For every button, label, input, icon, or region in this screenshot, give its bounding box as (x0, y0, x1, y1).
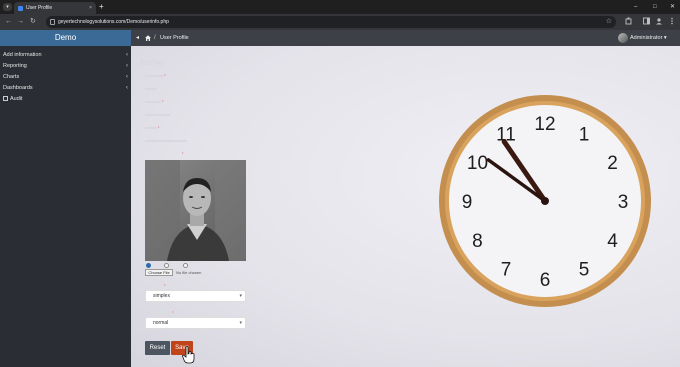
radio-option-3[interactable] (183, 263, 188, 268)
wall-clock: 12 1234567891011 (439, 95, 651, 307)
browser-menu-icon[interactable] (667, 17, 676, 27)
sidebar-toggle-icon[interactable]: ◂ (136, 30, 139, 46)
home-icon[interactable] (145, 35, 151, 41)
lock-icon (50, 19, 55, 25)
hand-cursor-icon (182, 346, 195, 364)
mode-select-value: normal (153, 320, 169, 326)
mode-select[interactable]: normal ▾ (145, 317, 246, 329)
sidebar-item-label: Audit (10, 96, 23, 102)
clock-numeral: 5 (579, 260, 590, 281)
radio-option-1[interactable] (146, 263, 151, 268)
required-marker: • (164, 72, 166, 77)
page-title: Profile (140, 58, 163, 67)
favicon-icon (18, 6, 23, 11)
chevron-down-icon: ▾ (239, 293, 242, 299)
choose-file-button[interactable]: Choose File (145, 269, 173, 276)
required-marker: • (164, 282, 166, 287)
top-navbar: ◂ / User Profile Administrator ▾ (131, 30, 680, 46)
field-label-email (145, 88, 157, 90)
sidebar-item-add-information[interactable]: Add information ‹ (0, 50, 131, 61)
breadcrumb-separator: / (154, 35, 156, 41)
chevron-left-icon: ‹ (126, 63, 128, 69)
clock-numeral: 8 (472, 231, 483, 252)
minimize-button[interactable]: – (634, 1, 637, 13)
clock-numeral: 3 (618, 192, 629, 213)
sidebar-item-charts[interactable]: Charts ‹ (0, 72, 131, 83)
extensions-icon[interactable] (624, 17, 633, 27)
brand-title[interactable]: Demo (0, 30, 131, 46)
field-label-last-name (145, 114, 170, 116)
reset-button[interactable]: Reset (145, 341, 170, 355)
sidebar-item-reporting[interactable]: Reporting ‹ (0, 61, 131, 72)
close-window-button[interactable]: ✕ (670, 1, 675, 13)
sidepanel-icon[interactable] (642, 17, 651, 27)
audit-icon (3, 96, 8, 101)
app: Demo Add information ‹ Reporting ‹ Chart… (0, 30, 680, 367)
avatar[interactable] (618, 33, 628, 43)
tab-close-icon[interactable]: × (89, 2, 92, 14)
radio-option-2[interactable] (164, 263, 169, 268)
browser-toolbar: ← → ↻ geyertechnologysolutions.com/Demo/… (0, 14, 680, 30)
required-marker: • (162, 98, 164, 103)
required-marker: • (172, 309, 174, 314)
clock-numeral: 1 (579, 124, 590, 145)
breadcrumb: User Profile (160, 35, 189, 41)
clock-numeral: 9 (462, 192, 473, 213)
clock-numeral: 4 (607, 231, 618, 252)
url-text: geyertechnologysolutions.com/Demo/userin… (58, 19, 169, 25)
browser-tabstrip: ▾ User Profile × + – □ ✕ (0, 0, 680, 14)
theme-select-value: simplex (153, 293, 170, 299)
field-label-profile-picture (145, 140, 187, 142)
back-button[interactable]: ← (5, 17, 12, 27)
field-label-phone (145, 127, 157, 129)
sidebar: Demo Add information ‹ Reporting ‹ Chart… (0, 30, 131, 367)
sidebar-item-label: Add information (3, 52, 42, 58)
browser-tab[interactable]: User Profile × (14, 2, 96, 14)
address-bar[interactable]: geyertechnologysolutions.com/Demo/userin… (46, 16, 616, 28)
required-marker: • (158, 124, 160, 129)
reload-button[interactable]: ↻ (30, 17, 36, 27)
tab-search-button[interactable]: ▾ (3, 3, 12, 11)
tab-title: User Profile (26, 5, 53, 11)
sidebar-item-label: Charts (3, 74, 20, 80)
bookmark-star-icon[interactable]: ☆ (606, 16, 612, 28)
sidebar-item-dashboards[interactable]: Dashboards ‹ (0, 83, 131, 94)
clock-numeral: 12 (534, 114, 555, 135)
sidebar-item-label: Dashboards (3, 85, 33, 91)
clock-numeral: 6 (540, 270, 551, 291)
profile-photo (145, 160, 246, 261)
sidebar-item-label: Reporting (3, 63, 27, 69)
new-tab-button[interactable]: + (99, 1, 104, 13)
chevron-left-icon: ‹ (126, 74, 128, 80)
clock-numeral: 10 (467, 153, 488, 174)
clock-numeral: 7 (501, 260, 512, 281)
field-label-username (145, 75, 163, 77)
sidebar-item-audit[interactable]: Audit (0, 94, 131, 105)
chevron-left-icon: ‹ (126, 85, 128, 91)
profile-icon[interactable] (654, 17, 663, 27)
user-menu[interactable]: Administrator ▾ (630, 30, 667, 46)
chevron-left-icon: ‹ (126, 52, 128, 58)
maximize-button[interactable]: □ (653, 1, 657, 13)
no-file-text: No file chosen (176, 270, 202, 275)
required-marker: • (182, 150, 184, 155)
field-label-first-name (145, 101, 161, 103)
chevron-down-icon: ▾ (239, 320, 242, 326)
clock-numeral: 2 (607, 153, 618, 174)
theme-select[interactable]: simplex ▾ (145, 290, 246, 302)
forward-button[interactable]: → (17, 17, 24, 27)
main-content: ◂ / User Profile Administrator ▾ Profile… (131, 30, 680, 367)
